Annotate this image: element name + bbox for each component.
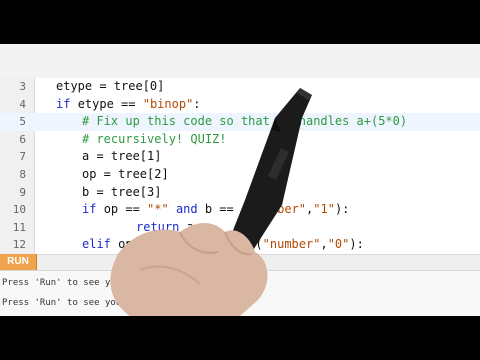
- code-text: if etype == "binop":: [56, 96, 201, 114]
- line-number: 12: [12, 238, 26, 252]
- line-number: 10: [12, 203, 26, 217]
- video-frame: 3 etype = tree[0] 4 if etype == "binop": 5 # …: [0, 0, 480, 360]
- code-line[interactable]: 5 # Fix up this code so that it handles a…: [0, 113, 480, 131]
- line-number: 11: [12, 220, 26, 234]
- code-line[interactable]: 7 a = tree[1]: [0, 148, 480, 166]
- code-token: # Fix up this code so that it handles a+…: [82, 114, 408, 129]
- code-token: if: [82, 202, 104, 217]
- code-token: "1": [313, 202, 335, 217]
- code-line[interactable]: 4 if etype == "binop":: [0, 96, 480, 114]
- code-token: "*": [147, 202, 169, 217]
- code-line[interactable]: 11 return a: [0, 219, 480, 237]
- code-text: b = tree[3]: [82, 184, 161, 202]
- code-token: # recursively! QUIZ!: [82, 131, 227, 146]
- code-token: return: [136, 219, 187, 234]
- code-line[interactable]: 6 # recursively! QUIZ!: [0, 131, 480, 149]
- code-token: "number": [262, 237, 321, 252]
- line-number: 8: [19, 168, 26, 181]
- line-number: 4: [19, 97, 26, 111]
- code-token: etype = tree[0]: [56, 79, 165, 93]
- code-line[interactable]: 10 if op == "*" and b == ("number","1"):: [0, 201, 480, 219]
- code-token: b == (: [219, 237, 263, 252]
- run-toolbar: [0, 254, 480, 271]
- code-line[interactable]: 12 elif op == "*" and b == ("number","0")…: [0, 236, 480, 254]
- code-token: op ==: [103, 202, 148, 217]
- code-token: a = tree[1]: [82, 149, 162, 164]
- code-line[interactable]: 8 op = tree[2]: [0, 166, 480, 184]
- code-token: ):: [334, 202, 350, 217]
- code-token: b == (: [204, 202, 249, 217]
- line-number: 5: [19, 115, 26, 129]
- line-number: 9: [19, 185, 26, 199]
- code-text: op = tree[2]: [82, 166, 169, 184]
- code-token: op ==: [118, 237, 162, 252]
- code-token: op = tree[2]: [82, 167, 169, 181]
- code-token: a: [186, 219, 194, 234]
- line-number: 3: [19, 80, 26, 93]
- code-text: # recursively! QUIZ!: [82, 131, 227, 149]
- line-number: 6: [19, 132, 26, 146]
- run-button[interactable]: RUN: [0, 254, 37, 270]
- code-text: return a: [136, 219, 194, 237]
- code-text: if op == "*" and b == ("number","1"):: [82, 201, 349, 219]
- editor-header-strip: [0, 44, 480, 79]
- code-token: and: [183, 237, 220, 252]
- output-line-1: Press 'Run' to see your result: [2, 278, 165, 288]
- top-letterbox: [0, 0, 480, 44]
- bottom-letterbox: [0, 316, 480, 360]
- code-text: a = tree[1]: [82, 148, 161, 166]
- code-token: etype ==: [77, 96, 143, 111]
- code-line[interactable]: 3 etype = tree[0]: [0, 78, 480, 96]
- code-token: elif: [82, 237, 119, 252]
- code-token: if: [56, 96, 78, 111]
- code-token: "number": [248, 202, 307, 217]
- code-token: b = tree[3]: [82, 184, 162, 199]
- code-line[interactable]: 9 b = tree[3]: [0, 184, 480, 202]
- code-text: etype = tree[0]: [56, 78, 164, 96]
- code-editor[interactable]: 3 etype = tree[0] 4 if etype == "binop": 5 # …: [0, 78, 480, 254]
- code-token: :: [193, 96, 201, 111]
- code-token: "binop": [142, 96, 194, 111]
- code-text: elif op == "*" and b == ("number","0"):: [82, 236, 364, 254]
- line-number: 7: [19, 150, 26, 164]
- code-token: "0": [327, 237, 350, 252]
- code-token: ,: [320, 237, 328, 252]
- output-line-2: Press 'Run' to see your result: [2, 298, 165, 308]
- code-token: ):: [349, 237, 364, 252]
- code-token: and: [168, 202, 205, 217]
- code-text: # Fix up this code so that it handles a+…: [82, 113, 407, 131]
- code-token: "*": [161, 237, 184, 252]
